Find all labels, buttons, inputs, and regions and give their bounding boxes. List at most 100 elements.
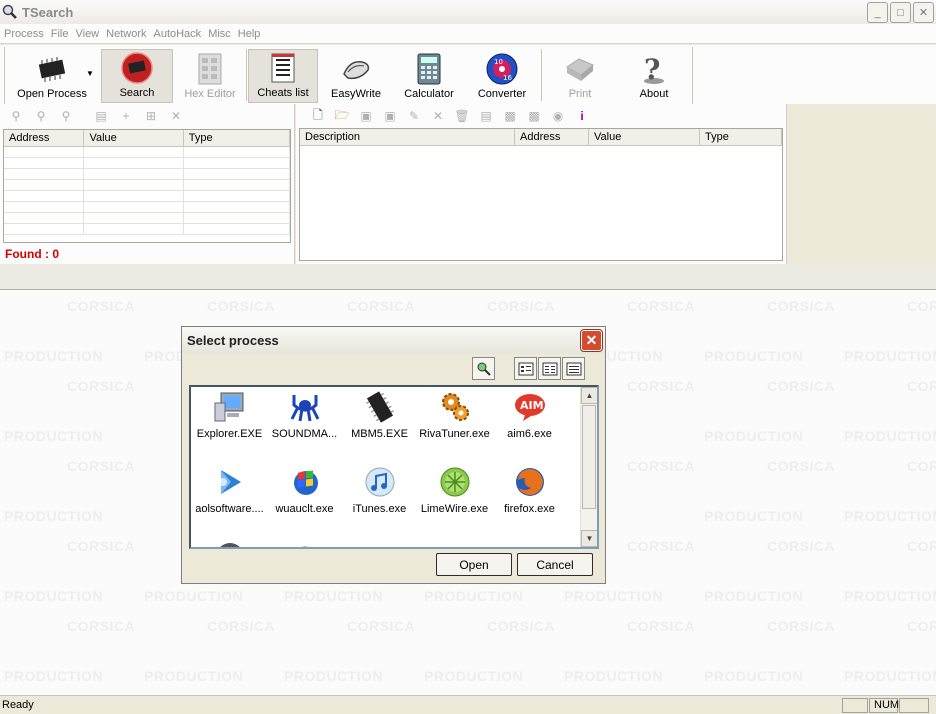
close-button[interactable]: ✕ — [913, 2, 934, 23]
watermark-text: CORSICA — [67, 378, 136, 394]
process-item[interactable]: aolsoftware.... — [192, 464, 267, 515]
process-list-scrollbar[interactable]: ▲ ▼ — [580, 387, 597, 547]
about-button[interactable]: ? About — [626, 49, 682, 103]
copy-icon[interactable]: ▤ — [478, 108, 494, 124]
process-item[interactable]: LimeWire.exe — [417, 464, 492, 515]
hex-editor-button[interactable]: Hex Editor — [181, 49, 239, 103]
open-button[interactable]: Open — [436, 553, 512, 576]
scroll-icon — [339, 52, 373, 86]
menu-file[interactable]: File — [49, 28, 74, 40]
print-button[interactable]: Print — [552, 49, 608, 103]
watermark-text: CORSICA — [487, 618, 556, 634]
dialog-close-button[interactable]: ✕ — [581, 330, 602, 351]
process-item[interactable]: wuauclt.exe — [267, 464, 342, 515]
process-item[interactable]: RivaTuner.exe — [417, 389, 492, 440]
watermark-text: CORSICA — [767, 618, 836, 634]
itunes-icon — [362, 464, 398, 500]
edit-icon[interactable]: ✎ — [406, 108, 422, 124]
find-filter-icon[interactable]: ⚲ — [58, 108, 74, 124]
find-first-icon[interactable]: ⚲ — [8, 108, 24, 124]
add-box-icon[interactable]: ⊞ — [143, 108, 159, 124]
view-list-button[interactable] — [538, 357, 561, 380]
calculator-icon — [412, 52, 446, 86]
computer-icon — [212, 389, 248, 425]
converter-disc-icon: 10 16 — [485, 52, 519, 86]
add-icon[interactable]: + — [118, 108, 134, 124]
easywrite-button[interactable]: EasyWrite — [326, 49, 386, 103]
menu-autohack[interactable]: AutoHack — [151, 28, 206, 40]
process-item[interactable]: MBM5.EXE — [342, 389, 417, 440]
converter-button[interactable]: 10 16 Converter — [472, 49, 532, 103]
watermark-text: CORSICA — [907, 458, 936, 474]
menu-process[interactable]: Process — [2, 28, 49, 40]
process-list[interactable]: Explorer.EXE SOUNDMA... MBM5.EXE RivaTun… — [189, 385, 599, 549]
svg-text:16: 16 — [503, 74, 512, 82]
delete-icon[interactable]: ✕ — [168, 108, 184, 124]
open-process-button[interactable]: Open Process — [8, 49, 96, 103]
hotkey-icon[interactable]: ◉ — [550, 108, 566, 124]
view-large-icons-button[interactable] — [514, 357, 537, 380]
open-folder-icon[interactable]: 🗁 — [334, 108, 350, 124]
maximize-button[interactable]: □ — [890, 2, 911, 23]
watermark-text: CORSICA — [487, 298, 556, 314]
find-next-icon[interactable]: ⚲ — [33, 108, 49, 124]
num-indicator: NUM — [869, 698, 899, 713]
minimize-button[interactable]: _ — [867, 2, 888, 23]
column-type[interactable]: Type — [700, 129, 782, 145]
list-view-icon — [542, 362, 557, 375]
watermark-text: PRODUCTION — [704, 668, 804, 684]
column-address[interactable]: Address — [4, 130, 85, 146]
process-item-partial[interactable] — [267, 539, 342, 547]
process-item[interactable]: firefox.exe — [492, 464, 567, 515]
cheats-panel: 🗋 🗁 ▣ ▣ ✎ ✕ 🗑 ▤ ▩ ▩ ◉ i Description Addr… — [296, 104, 787, 264]
new-icon[interactable]: 🗋 — [310, 108, 326, 124]
process-item[interactable]: iTunes.exe — [342, 464, 417, 515]
column-type[interactable]: Type — [184, 130, 290, 146]
column-description[interactable]: Description — [300, 129, 515, 145]
watermark-text: PRODUCTION — [4, 348, 104, 364]
view-details-button[interactable] — [562, 357, 585, 380]
chip-icon — [362, 389, 398, 425]
refresh-search-button[interactable] — [472, 357, 495, 380]
scroll-down-button[interactable]: ▼ — [581, 530, 597, 547]
menu-view[interactable]: View — [73, 28, 104, 40]
save-as-icon[interactable]: ▣ — [382, 108, 398, 124]
remove-icon[interactable]: ✕ — [430, 108, 446, 124]
cheats-table[interactable]: Description Address Value Type — [299, 128, 783, 261]
scroll-up-button[interactable]: ▲ — [581, 387, 597, 404]
scroll-thumb[interactable] — [582, 405, 596, 509]
cancel-button[interactable]: Cancel — [517, 553, 593, 576]
menu-help[interactable]: Help — [236, 28, 266, 40]
menu-network[interactable]: Network — [104, 28, 151, 40]
column-address[interactable]: Address — [515, 129, 589, 145]
dropdown-arrow-icon[interactable]: ▼ — [86, 69, 94, 78]
search-chip-icon — [120, 51, 154, 85]
trash-icon[interactable]: 🗑 — [454, 108, 470, 124]
process-item[interactable]: SOUNDMA... — [267, 389, 342, 440]
watermark-text: CORSICA — [907, 378, 936, 394]
process-item[interactable]: Explorer.EXE — [192, 389, 267, 440]
cheats-list-button[interactable]: Cheats list — [248, 49, 318, 103]
column-value[interactable]: Value — [589, 129, 700, 145]
watermark-text: CORSICA — [767, 378, 836, 394]
info-icon[interactable]: i — [574, 108, 590, 124]
clipboard-icon[interactable]: ▤ — [93, 108, 109, 124]
calculator-button[interactable]: Calculator — [400, 49, 458, 103]
search-button[interactable]: Search — [101, 49, 173, 103]
save-icon[interactable]: ▣ — [358, 108, 374, 124]
unfreeze-icon[interactable]: ▩ — [526, 108, 542, 124]
freeze-icon[interactable]: ▩ — [502, 108, 518, 124]
menu-misc[interactable]: Misc — [206, 28, 236, 40]
svg-text:10: 10 — [494, 58, 503, 66]
column-value[interactable]: Value — [84, 130, 184, 146]
limewire-icon — [437, 464, 473, 500]
search-results-table[interactable]: Address Value Type — [3, 129, 291, 243]
process-item-partial[interactable] — [192, 539, 267, 547]
process-item[interactable]: AIM aim6.exe — [492, 389, 567, 440]
svg-text:AIM: AIM — [520, 399, 544, 412]
watermark-text: PRODUCTION — [144, 588, 244, 604]
watermark-text: PRODUCTION — [424, 668, 524, 684]
watermark-text: CORSICA — [207, 298, 276, 314]
watermark-text: PRODUCTION — [844, 668, 936, 684]
watermark-text: PRODUCTION — [4, 588, 104, 604]
